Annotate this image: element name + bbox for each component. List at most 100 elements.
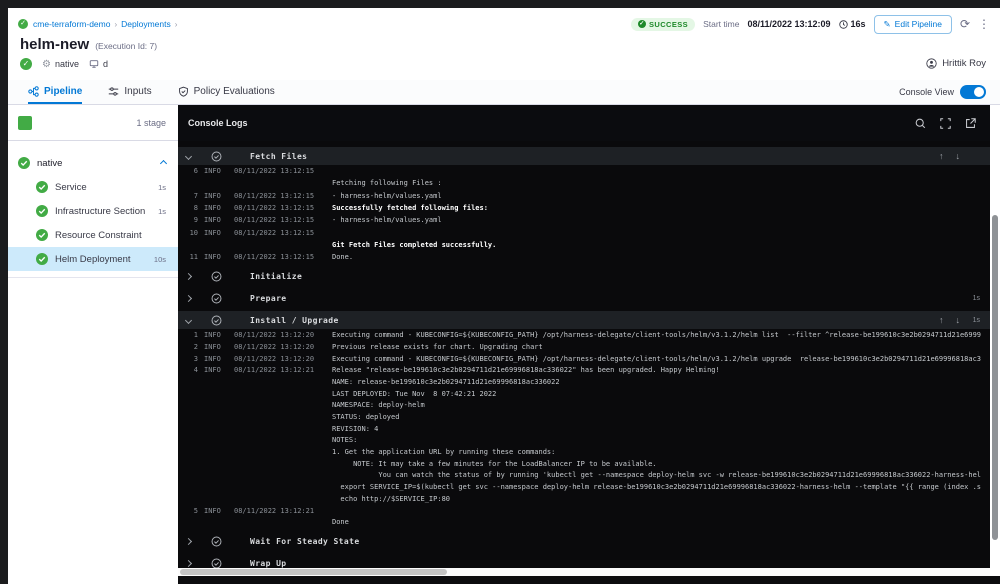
log-section-wrap-up[interactable]: Wrap Up	[178, 554, 990, 568]
tab-pipeline-label: Pipeline	[44, 85, 83, 97]
fetch-files-logs: 6 INFO 08/11/2022 13:12:15 Fetching follow…	[178, 165, 990, 263]
log-section-initialize[interactable]: Initialize	[178, 267, 990, 285]
console-footer-bar	[178, 576, 1000, 584]
sidebar-item-native-stage[interactable]: native	[8, 151, 178, 175]
edit-pipeline-button[interactable]: ✎ Edit Pipeline	[873, 14, 952, 34]
log-line: Fetching following Files :	[332, 179, 442, 188]
fullscreen-icon[interactable]	[940, 117, 951, 129]
tab-inputs[interactable]: Inputs	[108, 80, 152, 104]
breadcrumb-project[interactable]: cme-terraform-demo	[33, 19, 110, 29]
step-label: Resource Constraint	[55, 229, 142, 241]
breadcrumb-deployments[interactable]: Deployments	[121, 19, 171, 29]
scroll-top-icon[interactable]: ↑	[939, 151, 944, 161]
horizontal-scrollbar-thumb[interactable]	[180, 569, 447, 575]
log-section-fetch-files[interactable]: Fetch Files ↑ ↓	[178, 147, 990, 165]
scroll-bottom-icon[interactable]: ↓	[956, 151, 961, 161]
environment-tag-label: d	[103, 59, 109, 69]
step-success-icon	[211, 536, 222, 547]
step-success-icon	[211, 151, 222, 161]
page-title: helm-new	[20, 36, 90, 53]
environment-tag: d	[89, 59, 108, 69]
service-tag-label: native	[54, 59, 79, 69]
section-title: Wrap Up	[250, 558, 287, 568]
step-label: Helm Deployment	[55, 253, 131, 265]
horizontal-scrollbar[interactable]	[178, 568, 990, 576]
log-line: LAST DEPLOYED: Tue Nov 8 07:42:21 2022	[332, 389, 497, 398]
stage-summary: 1 stage	[8, 105, 178, 141]
breadcrumb-separator: ›	[114, 19, 118, 29]
step-success-icon	[211, 558, 222, 568]
shield-check-icon	[178, 86, 188, 97]
chevron-up-icon[interactable]	[159, 159, 168, 167]
duration-value: 16s	[850, 19, 866, 29]
log-line: STATUS: deployed	[332, 413, 400, 422]
person-icon	[926, 58, 937, 69]
log-line: Git Fetch Files completed successfully.	[332, 240, 497, 249]
log-line: 3 INFO 08/11/2022 13:12:20 Executing comman…	[193, 354, 982, 363]
section-duration: 1s	[972, 294, 980, 302]
log-line: NOTES:	[332, 436, 358, 445]
stage-name: native	[37, 157, 63, 169]
chevron-right-icon	[184, 537, 193, 545]
step-label: Service	[55, 181, 87, 193]
tab-policy-evaluations[interactable]: Policy Evaluations	[178, 80, 275, 104]
service-tag: ⚙ native	[42, 59, 79, 70]
console-logs-panel: Console Logs Fetch Files ↑ ↓ 6 INFO 08/1…	[178, 105, 990, 568]
sidebar-item-helm-deployment[interactable]: Helm Deployment 10s	[8, 247, 178, 271]
console-body[interactable]: Fetch Files ↑ ↓ 6 INFO 08/11/2022 13:12:15…	[178, 141, 990, 568]
tab-inputs-label: Inputs	[124, 85, 152, 97]
execution-success-icon: ✓	[20, 58, 32, 70]
duration: 16s	[838, 19, 866, 29]
scroll-top-icon[interactable]: ↑	[939, 315, 944, 325]
step-duration: 10s	[153, 254, 166, 264]
install-upgrade-logs: 1 INFO 08/11/2022 13:12:20 Executing comman…	[178, 329, 990, 528]
success-check-icon	[18, 157, 30, 169]
log-line: 11 INFO 08/11/2022 13:12:15 Done.	[189, 253, 354, 262]
sidebar-item-infrastructure-section[interactable]: Infrastructure Section 1s	[8, 199, 178, 223]
step-success-icon	[211, 315, 222, 326]
vertical-scrollbar-thumb[interactable]	[992, 215, 998, 540]
log-line: NAME: release-be199610c3e2b0294711d21e69…	[332, 377, 560, 386]
success-check-icon	[36, 205, 48, 217]
tab-pipeline[interactable]: Pipeline	[28, 80, 83, 104]
section-title: Prepare	[250, 293, 287, 303]
project-icon: ✓	[18, 19, 28, 29]
stage-count: 1 stage	[136, 117, 166, 128]
log-section-wait-for-steady-state[interactable]: Wait For Steady State	[178, 532, 990, 550]
success-check-icon	[36, 229, 48, 241]
chevron-down-icon	[184, 316, 193, 324]
status-badge: ✓ SUCCESS	[631, 17, 696, 31]
chevron-right-icon	[184, 559, 193, 567]
kebab-menu-icon[interactable]: ⋮	[978, 18, 990, 30]
step-success-icon	[211, 293, 222, 304]
external-link-icon[interactable]	[965, 117, 976, 129]
section-title: Wait For Steady State	[250, 536, 360, 546]
divider	[8, 277, 178, 278]
console-view-toggle[interactable]	[960, 85, 986, 99]
console-header: Console Logs	[178, 105, 990, 141]
log-section-prepare[interactable]: Prepare 1s	[178, 289, 990, 307]
log-line: 1 INFO 08/11/2022 13:12:20 Executing comman…	[193, 331, 982, 340]
execution-id: (Execution Id: 7)	[95, 41, 158, 51]
search-icon[interactable]	[915, 118, 926, 129]
vertical-scrollbar[interactable]	[990, 105, 1000, 584]
step-label: Infrastructure Section	[55, 205, 146, 217]
edit-pipeline-label: Edit Pipeline	[894, 19, 942, 29]
section-title: Initialize	[250, 271, 303, 281]
stage-status-square-icon	[18, 115, 32, 130]
scroll-bottom-icon[interactable]: ↓	[956, 315, 961, 325]
log-section-install-upgrade[interactable]: Install / Upgrade ↑ ↓ 1s	[178, 311, 990, 330]
log-line: NOTE: It may take a few minutes for the …	[332, 459, 657, 468]
sidebar-item-resource-constraint[interactable]: Resource Constraint	[8, 223, 178, 247]
chevron-right-icon	[184, 272, 193, 280]
pencil-icon: ✎	[883, 18, 891, 29]
log-line: Done	[332, 518, 349, 527]
log-line: NAMESPACE: deploy-helm	[332, 401, 425, 410]
console-view-label: Console View	[899, 87, 954, 97]
log-line: 6 INFO 08/11/2022 13:12:15	[193, 167, 314, 176]
success-check-icon	[36, 253, 48, 265]
user-name: Hrittik Roy	[942, 58, 986, 69]
environment-icon	[89, 60, 99, 68]
sidebar-item-service[interactable]: Service 1s	[8, 175, 178, 199]
refresh-icon[interactable]: ⟳	[960, 18, 970, 30]
